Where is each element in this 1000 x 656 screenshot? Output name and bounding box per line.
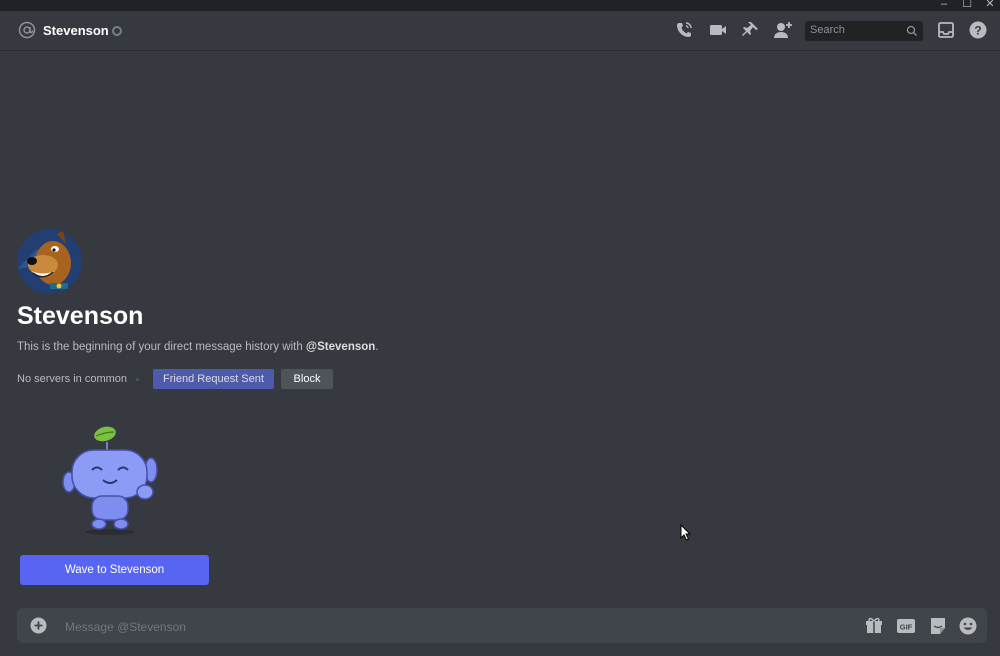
- scooby-dog-avatar-icon: [17, 229, 82, 294]
- svg-text:?: ?: [974, 24, 981, 38]
- channel-name: Stevenson: [43, 23, 109, 38]
- wumpus-wave-illustration: [62, 426, 158, 535]
- svg-text:GIF: GIF: [900, 623, 913, 632]
- search-icon: [906, 25, 917, 36]
- search-input[interactable]: Search: [805, 21, 923, 41]
- separator-dot: [136, 378, 139, 381]
- sticker-icon[interactable]: [928, 616, 948, 636]
- no-servers-text: No servers in common: [17, 373, 128, 385]
- pin-icon[interactable]: [740, 20, 760, 40]
- message-composer: GIF: [17, 608, 987, 645]
- emoji-icon[interactable]: [958, 616, 978, 636]
- minimize-icon[interactable]: –: [936, 0, 952, 11]
- inbox-icon[interactable]: [936, 20, 956, 40]
- add-attachment-icon[interactable]: [30, 617, 47, 634]
- search-placeholder: Search: [810, 24, 845, 36]
- avatar: [17, 229, 82, 294]
- close-icon[interactable]: ✕: [982, 0, 998, 11]
- intro-mention[interactable]: @Stevenson: [306, 341, 375, 353]
- intro-suffix: .: [375, 341, 379, 353]
- intro-prefix: This is the beginning of your direct mes…: [17, 341, 306, 353]
- friend-request-sent-button[interactable]: Friend Request Sent: [153, 369, 274, 389]
- maximize-icon[interactable]: ☐: [959, 0, 975, 11]
- dm-intro-text: This is the beginning of your direct mes…: [17, 341, 379, 353]
- add-friend-icon[interactable]: [773, 20, 793, 40]
- block-button[interactable]: Block: [281, 369, 333, 389]
- mouse-cursor-icon: [680, 524, 692, 541]
- wave-button[interactable]: Wave to Stevenson: [20, 555, 209, 585]
- window-titlebar: – ☐ ✕: [0, 0, 1000, 11]
- status-offline-icon: [112, 26, 122, 36]
- help-icon[interactable]: ?: [968, 20, 988, 40]
- video-icon[interactable]: [708, 20, 728, 40]
- dm-user-name: Stevenson: [17, 302, 144, 330]
- at-icon: [18, 21, 36, 39]
- gift-icon[interactable]: [864, 616, 884, 636]
- channel-header: Stevenson Search ?: [0, 11, 1000, 51]
- call-icon[interactable]: [674, 20, 694, 40]
- gif-icon[interactable]: GIF: [896, 616, 916, 636]
- message-input[interactable]: [63, 608, 827, 645]
